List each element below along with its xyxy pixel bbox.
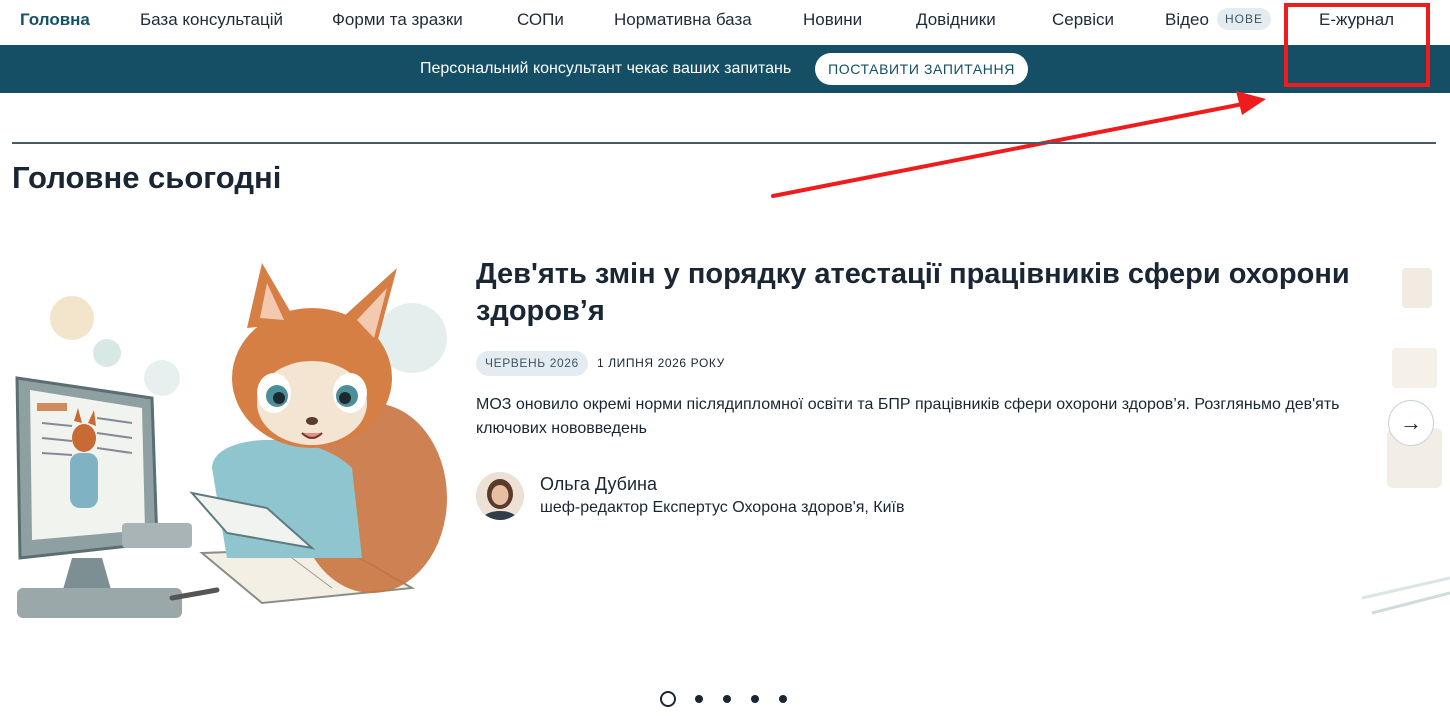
author-avatar[interactable]: [476, 472, 524, 520]
author-photo: [476, 472, 524, 520]
issue-tag[interactable]: ЧЕРВЕНЬ 2026: [476, 351, 588, 376]
carousel-next-button[interactable]: →: [1388, 400, 1434, 446]
squirrel-illustration: [12, 258, 452, 640]
carousel-pagination: [660, 690, 807, 708]
next-slide-image: [1362, 268, 1450, 615]
author-role: шеф-редактор Експертус Охорона здоров'я,…: [540, 499, 905, 516]
publish-date: 1 ЛИПНЯ 2026 РОКУ: [597, 356, 725, 370]
carousel-dot[interactable]: [779, 695, 787, 703]
next-slide-preview: [1362, 258, 1450, 640]
section-title: Головне сьогодні: [12, 160, 282, 195]
carousel-dot[interactable]: [695, 695, 703, 703]
article-lead: МОЗ оновило окремі норми післядипломної …: [476, 396, 1340, 437]
article-image[interactable]: [12, 258, 452, 640]
article-title[interactable]: Дев'ять змін у порядку атестації працівн…: [476, 256, 1356, 330]
carousel-dot[interactable]: [660, 691, 676, 707]
arrow-right-icon: →: [1400, 410, 1422, 435]
section-divider: [12, 142, 1436, 144]
carousel-dot[interactable]: [751, 695, 759, 703]
carousel-dot[interactable]: [723, 695, 731, 703]
author-name[interactable]: Ольга Дубина: [540, 474, 657, 495]
